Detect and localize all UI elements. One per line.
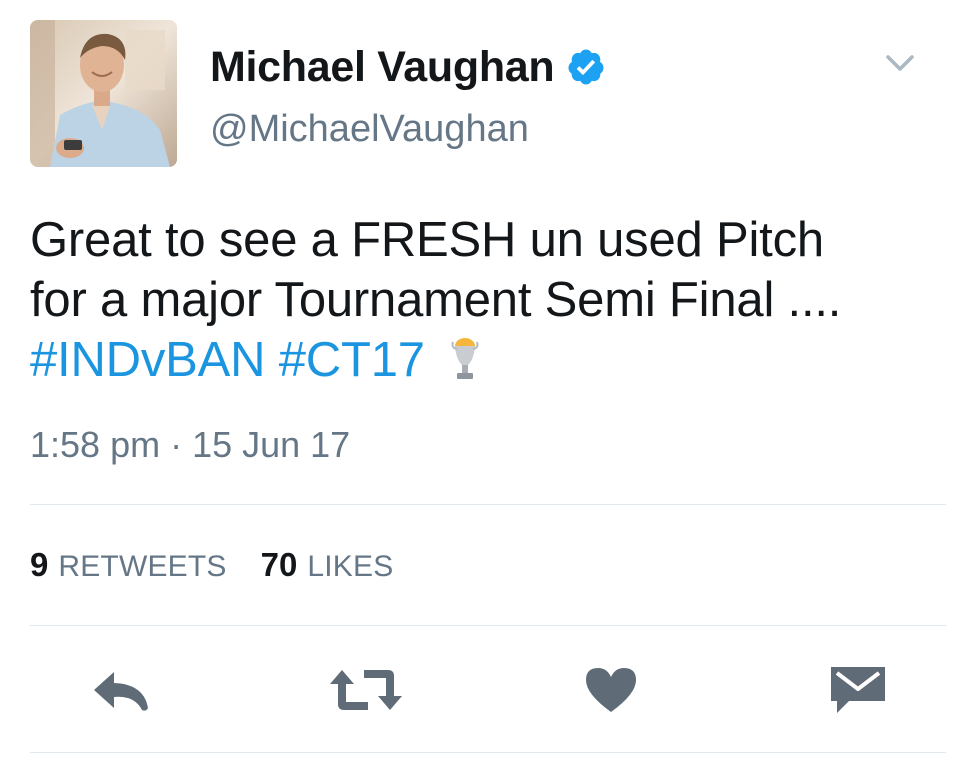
author-name-row[interactable]: Michael Vaughan <box>210 42 606 92</box>
divider <box>30 625 946 626</box>
retweet-icon <box>330 670 402 710</box>
tweet-text-line: for a major Tournament Semi Final .... <box>30 273 842 327</box>
envelope-icon <box>831 667 885 713</box>
direct-message-button[interactable] <box>826 660 890 720</box>
hashtag-link[interactable]: #CT17 <box>279 333 425 387</box>
reply-button[interactable] <box>86 660 156 720</box>
retweets-stat[interactable]: 9 RETWEETS <box>30 546 227 584</box>
tweet-timestamp[interactable]: 1:58 pm · 15 Jun 17 <box>30 424 350 466</box>
trophy-icon <box>451 338 479 379</box>
likes-stat[interactable]: 70 LIKES <box>261 546 394 584</box>
retweets-count: 9 <box>30 546 49 583</box>
verified-badge-icon <box>568 49 604 85</box>
retweet-button[interactable] <box>326 660 406 720</box>
tweet-hashtag-line: #INDvBAN #CT17 <box>30 330 950 390</box>
retweets-label: RETWEETS <box>58 550 227 583</box>
divider <box>30 504 946 505</box>
avatar[interactable] <box>30 20 177 167</box>
tweet-text-line: Great to see a FRESH un used Pitch <box>30 213 824 267</box>
divider <box>30 752 946 753</box>
tweet-stats: 9 RETWEETS 70 LIKES <box>30 546 393 584</box>
likes-label: LIKES <box>307 550 394 583</box>
avatar-photo <box>30 20 177 167</box>
author-display-name[interactable]: Michael Vaughan <box>210 43 555 92</box>
reply-icon <box>94 672 148 711</box>
like-button[interactable] <box>580 660 642 720</box>
hashtag-link[interactable]: #INDvBAN <box>30 333 265 387</box>
chevron-down-icon[interactable] <box>884 52 916 74</box>
tweet-text: Great to see a FRESH un used Pitch for a… <box>30 210 950 390</box>
likes-count: 70 <box>260 546 298 583</box>
author-handle[interactable]: @MichaelVaughan <box>210 108 529 151</box>
heart-icon <box>586 668 636 712</box>
